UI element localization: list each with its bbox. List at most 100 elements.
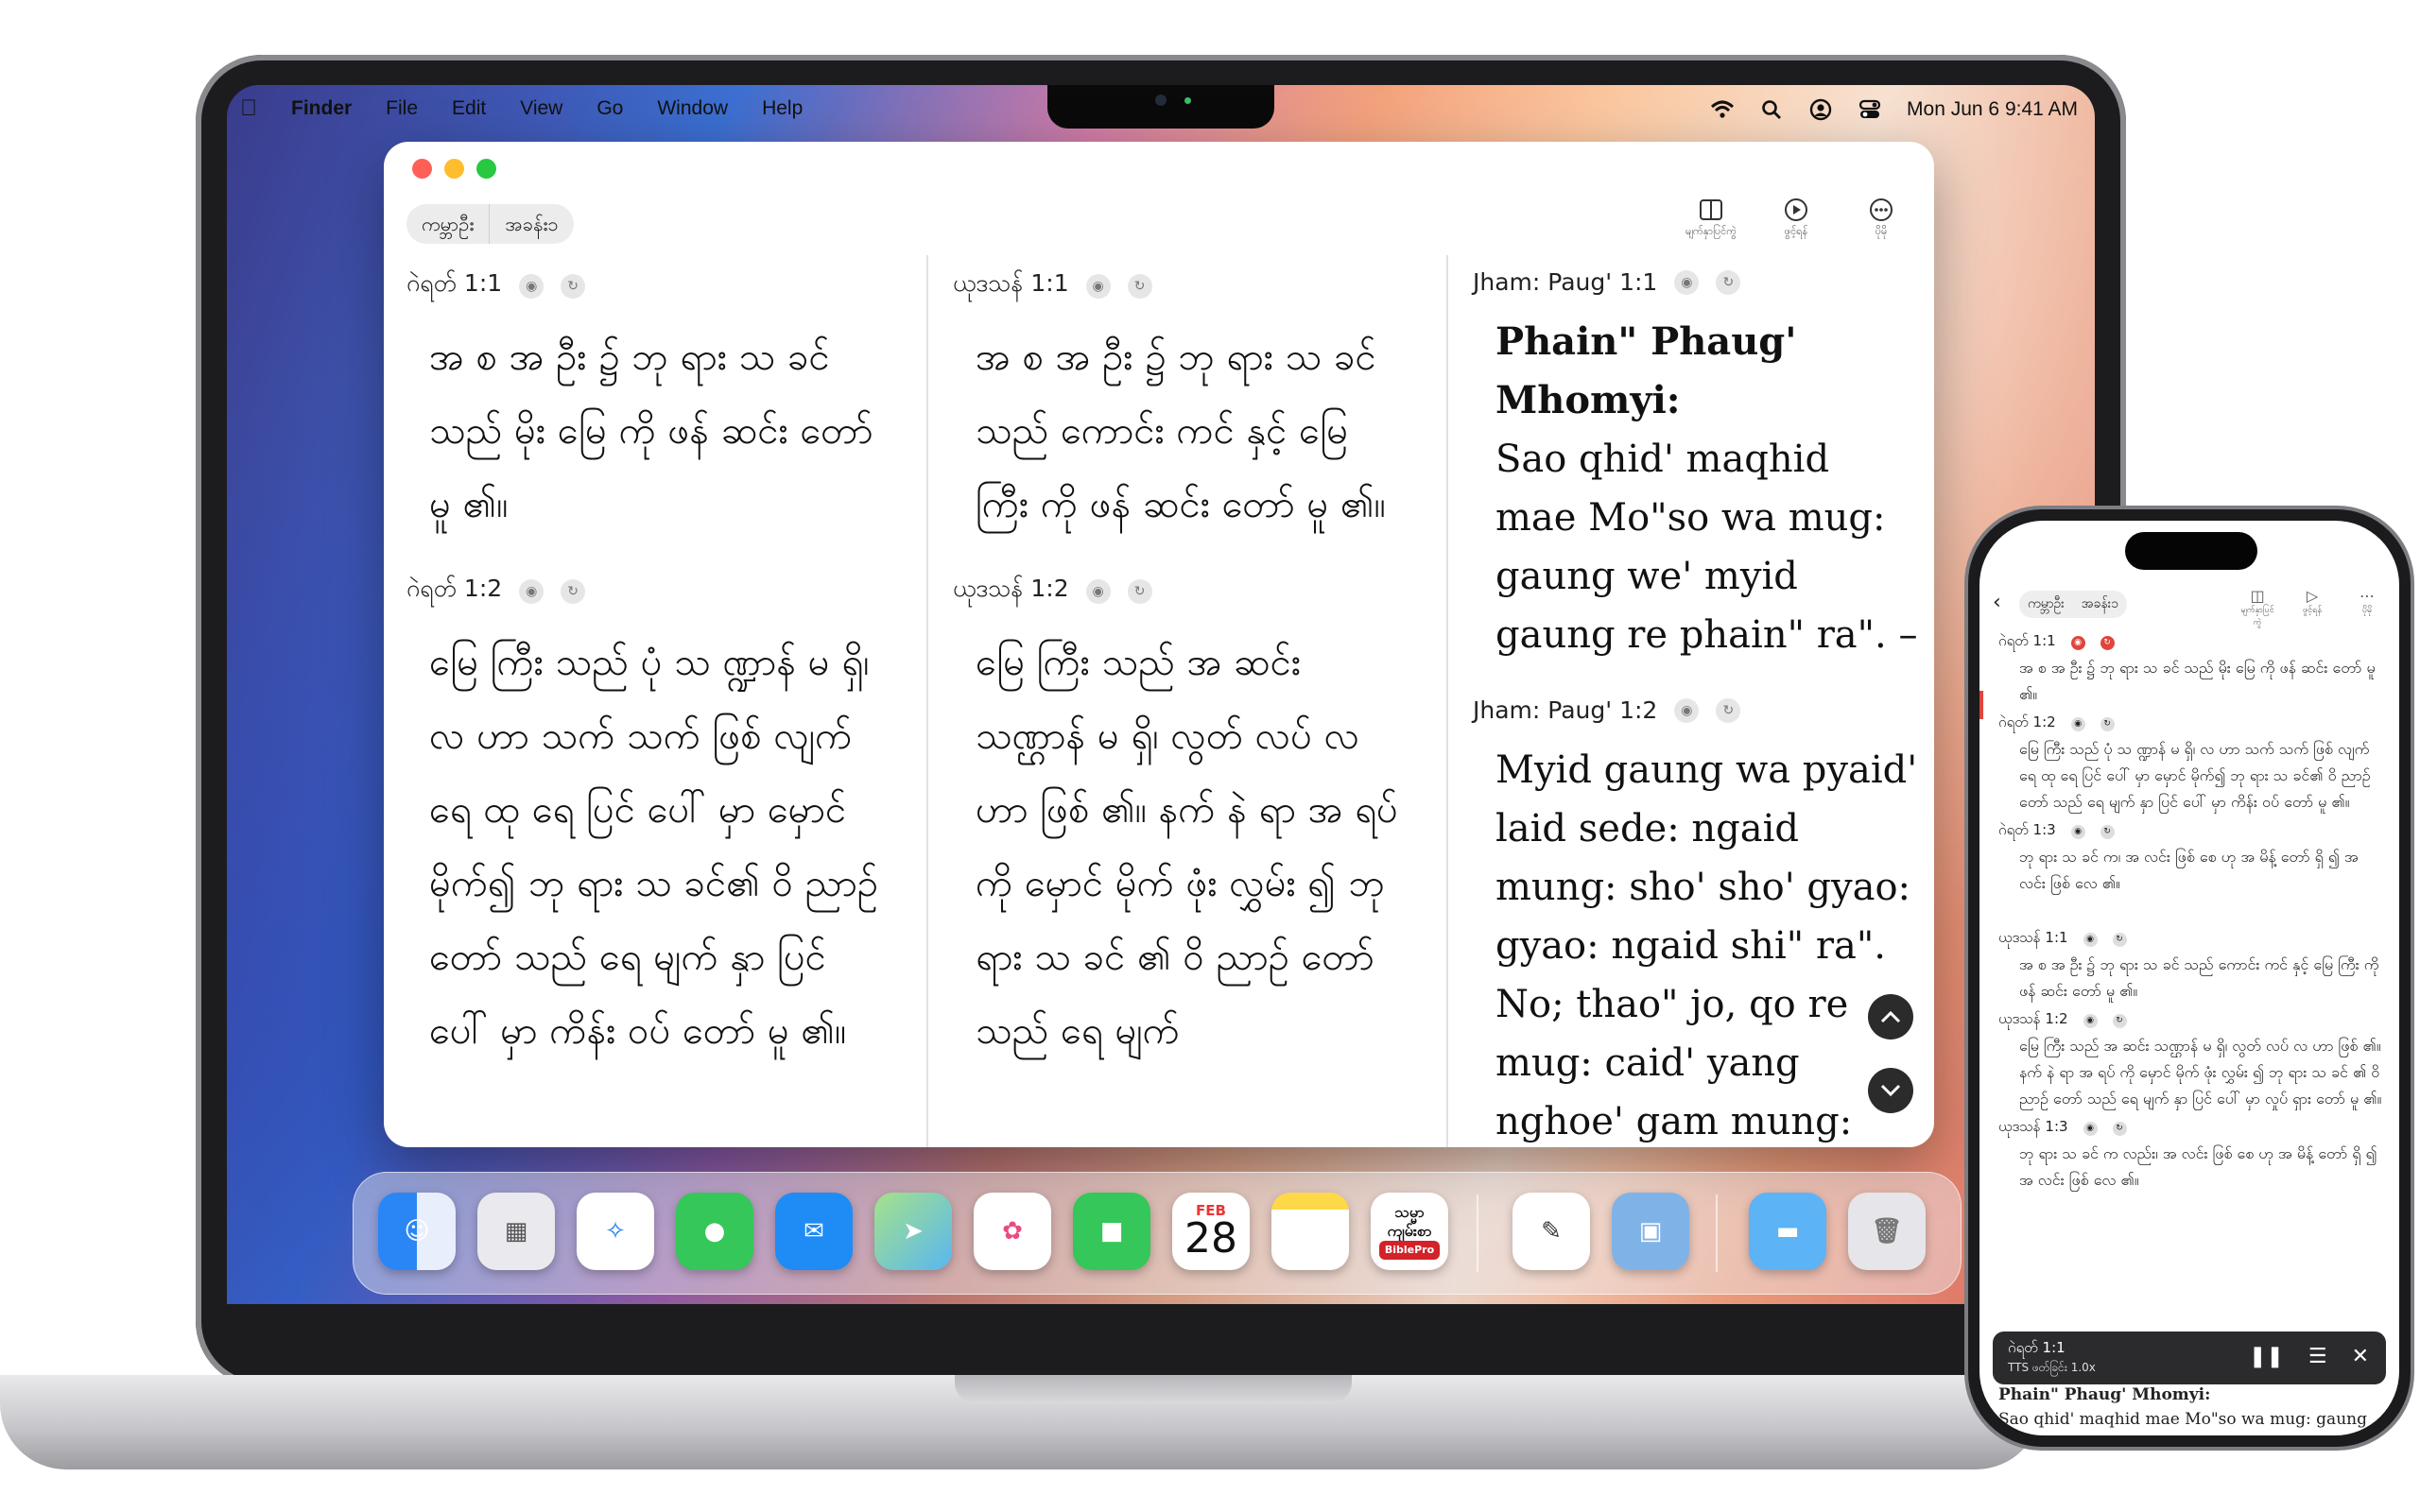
back-chevron-icon[interactable]: ‹ [1993,591,2001,614]
speaker-icon[interactable]: ◉ [2070,635,2085,650]
repeat-icon[interactable]: ↻ [2112,1121,2127,1136]
more-button[interactable]: ⋯ ပိုမို [2348,587,2386,629]
book-selector[interactable]: ကမ္ဘာဦး [406,204,489,244]
verse-ref-label: ဂဲရတ် 1:1 [406,269,503,297]
verse-text[interactable]: အ စ အ ဦး ၌ ဘု ရား သ ခင် သည် မိုး မြေ ကို… [429,320,889,541]
verse-text[interactable]: ဘု ရား သ ခင် က၊ အ လင်း ဖြစ် စေ ဟု အ မိန့… [1998,844,2388,897]
column-version-1[interactable]: ဂဲရတ် 1:1 ◉ ↻ အ စ အ ဦး ၌ ဘု ရား သ ခင် သည် … [406,255,889,1147]
repeat-icon[interactable]: ↻ [2112,1013,2127,1028]
minimize-window-button[interactable] [444,159,464,179]
verse-text[interactable]: မြေ ကြီး သည် ပုံ သ ဏ္ဍာန် မ ရှိ၊ လ ဟာ သက… [1998,736,2388,816]
apple-icon[interactable]:  [240,97,257,120]
repeat-icon[interactable]: ↻ [1127,578,1152,604]
menu-go[interactable]: Go [596,97,623,120]
maps-icon[interactable]: ➤ [874,1193,952,1270]
speaker-icon[interactable]: ◉ [1674,269,1700,295]
speaker-icon[interactable]: ◉ [2070,824,2085,839]
repeat-icon[interactable]: ↻ [2100,824,2115,839]
messages-icon[interactable]: ● [676,1193,753,1270]
folder-icon[interactable]: ▬ [1749,1193,1826,1270]
column-version-3[interactable]: Jham: Paug' 1:1 ◉ ↻ Phain" Phaug' Mhomyi: S… [1446,255,1919,1147]
scroll-up-button[interactable] [1868,994,1913,1040]
more-button[interactable]: ပိုမို [1851,197,1911,240]
repeat-icon[interactable]: ↻ [2100,716,2115,731]
user-account-icon[interactable] [1808,97,1833,122]
repeat-icon[interactable]: ↻ [1127,273,1152,299]
play-button[interactable]: ▷ ဖွင့်ရန် [2293,587,2331,629]
mail-icon[interactable]: ✉ [775,1193,853,1270]
phone-verse-list[interactable]: ဂဲရတ် 1:1 ◉ ↻ အ စ အ ဦး ၌ ဘု ရား သ ခင် သည် … [1998,627,2388,1197]
chapter-selector[interactable]: အခန်း၁ [2073,591,2127,618]
safari-icon[interactable]: ✧ [577,1193,654,1270]
chapter-selector[interactable]: အခန်း၁ [489,204,573,244]
spotlight-search-icon[interactable] [1759,97,1784,122]
control-center-icon[interactable] [1858,97,1882,122]
player-status: TTS ဖတ်ခြင်း 1.0x [2008,1361,2096,1374]
close-window-button[interactable] [412,159,432,179]
textedit-icon[interactable]: ✎ [1512,1193,1590,1270]
menu-file[interactable]: File [386,97,418,120]
speaker-icon[interactable]: ◉ [1085,273,1111,299]
menu-view[interactable]: View [520,97,562,120]
close-icon[interactable]: ✕ [2352,1345,2369,1368]
tts-player-bar[interactable]: ဂဲရတ် 1:1 TTS ဖတ်ခြင်း 1.0x ❚❚ ☰ ✕ [1993,1332,2386,1384]
photos-icon[interactable]: ✿ [974,1193,1051,1270]
dock-divider [1477,1194,1478,1272]
biblepro-app-icon[interactable]: သမ္မာ ကျမ်းစာ BiblePro [1371,1193,1448,1270]
section-heading: Phain" Phaug' Mhomyi: [1998,1385,2211,1404]
calendar-icon[interactable]: FEB 28 [1172,1193,1250,1270]
play-icon [1785,198,1807,221]
speaker-icon[interactable]: ◉ [2083,1121,2098,1136]
split-view-button[interactable]: ◫ မျက်နှာပြင်ကွဲ [2238,587,2276,629]
verse-text[interactable]: မြေ ကြီး သည် အ ဆင်း သဏ္ဌာန် မ ရှိ၊ လွတ် … [976,626,1399,1068]
speaker-icon[interactable]: ◉ [519,273,544,299]
verse-reference: ယုဒသန် 1:2 ◉ ↻ [1998,1010,2388,1031]
verse-text[interactable]: ဘု ရား သ ခင် က လည်း၊ အ လင်း ဖြစ် စေ ဟု အ… [1998,1141,2388,1194]
verse-text[interactable]: အ စ အ ဦး ၌ ဘု ရား သ ခင် သည် ကောင်း ကင် န… [976,320,1399,541]
repeat-icon[interactable]: ↻ [1716,269,1741,295]
speaker-icon[interactable]: ◉ [2070,716,2085,731]
zoom-window-button[interactable] [476,159,496,179]
menu-edit[interactable]: Edit [452,97,486,120]
menu-window[interactable]: Window [657,97,728,120]
split-view-button[interactable]: မျက်နှာပြင်ကွဲ [1681,197,1741,240]
launchpad-icon[interactable]: ▦ [477,1193,555,1270]
verse-text[interactable]: အ စ အ ဦး ၌ ဘု ရား သ ခင် သည် ကောင်း ကင် န… [1998,952,2388,1005]
verse-text[interactable]: အ စ အ ဦး ၌ ဘု ရား သ ခင် သည် မိုး မြေ ကို… [1998,655,2388,708]
repeat-icon[interactable]: ↻ [1716,697,1741,723]
more-label: ပိုမို [2361,606,2373,615]
notes-icon[interactable] [1271,1193,1349,1270]
menu-help[interactable]: Help [762,97,803,120]
wifi-icon[interactable] [1710,97,1735,122]
verse-text[interactable]: မြေ ကြီး သည် ပုံ သ ဏ္ဍာန် မ ရှိ၊ လ ဟာ သက… [429,626,889,1068]
preview-icon[interactable]: ▣ [1612,1193,1689,1270]
menu-clock[interactable]: Mon Jun 6 9:41 AM [1907,98,2078,121]
verse-reference: Jham: Paug' 1:2 ◉ ↻ [1473,696,1919,724]
speaker-icon[interactable]: ◉ [519,578,544,604]
column-version-2[interactable]: ယုဒသန် 1:1 ◉ ↻ အ စ အ ဦး ၌ ဘု ရား သ ခင် သည်… [926,255,1399,1147]
repeat-icon[interactable]: ↻ [561,578,586,604]
facetime-icon[interactable]: ■ [1073,1193,1150,1270]
verse-text[interactable]: Myid gaung wa pyaid' laid sede: ngaid mu… [1495,741,1919,1147]
speaker-icon[interactable]: ◉ [2083,932,2098,947]
speaker-icon[interactable]: ◉ [2083,1013,2098,1028]
verse-text[interactable]: Phain" Phaug' Mhomyi: Sao qhid' maqhid ma… [1495,313,1919,664]
finder-icon[interactable]: ☺ [378,1193,456,1270]
speaker-icon[interactable]: ◉ [1674,697,1700,723]
play-button[interactable]: ဖွင့်ရန် [1766,197,1826,240]
settings-sliders-icon[interactable]: ☰ [2308,1345,2327,1368]
repeat-icon[interactable]: ↻ [561,273,586,299]
verse-text[interactable]: မြေ ကြီး သည် အ ဆင်း သဏ္ဌာန် မ ရှိ၊ လွတ် … [1998,1033,2388,1112]
menu-app-name[interactable]: Finder [291,97,352,120]
more-icon: ⋯ [2360,587,2375,605]
book-selector[interactable]: ကမ္ဘာဦး [2019,591,2073,618]
repeat-icon[interactable]: ↻ [2100,635,2115,650]
repeat-icon[interactable]: ↻ [2112,932,2127,947]
split-view-icon [1700,199,1722,220]
phone-latin-verse[interactable]: Phain" Phaug' Mhomyi: Sao qhid' maqhid m… [1998,1383,2395,1435]
speaker-icon[interactable]: ◉ [1085,578,1111,604]
more-label: ပိုမို [1875,225,1888,237]
trash-icon[interactable]: 🗑 [1848,1193,1926,1270]
pause-icon[interactable]: ❚❚ [2249,1345,2284,1368]
scroll-down-button[interactable] [1868,1068,1913,1113]
